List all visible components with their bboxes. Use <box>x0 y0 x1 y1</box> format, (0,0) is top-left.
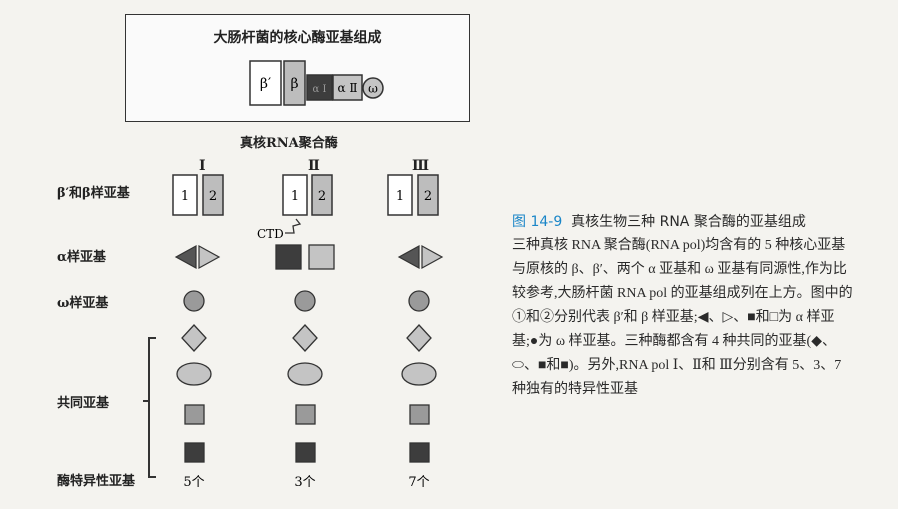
pol-one-common-gray-square <box>184 404 205 425</box>
pol-one-beta-number: 2 <box>209 189 217 204</box>
pol-two-common-diamond <box>292 324 318 352</box>
pol-two-common-ellipse <box>287 362 323 386</box>
pol-three-omega <box>408 290 430 312</box>
pol-one-alpha-right <box>198 244 221 270</box>
pol-one-column: 1 2 5个 <box>172 174 224 490</box>
pol-three-common-gray-square <box>409 404 430 425</box>
pol-two-common-gray-square <box>295 404 316 425</box>
pol-three-beta-prime-number: 1 <box>396 189 404 204</box>
pol-three-column: 1 2 7个 <box>387 174 444 490</box>
caption-figure-label: 图 14-9 <box>512 214 563 230</box>
pol-three-common-dark-square <box>409 442 430 463</box>
pol-one-common-ellipse <box>176 362 212 386</box>
pol-two-common-dark-square <box>295 442 316 463</box>
pol-three-common-diamond <box>406 324 432 352</box>
pol-three-alpha-left <box>397 244 420 270</box>
pol-two-specific-count: 3个 <box>294 475 315 490</box>
pol-three-beta-number: 2 <box>424 189 432 204</box>
pol-one-alpha-left <box>174 244 197 270</box>
figure-caption: 图 14-9 真核生物三种 RNA 聚合酶的亚基组成 三种真核 RNA 聚合酶(… <box>512 212 857 402</box>
caption-body: 三种真核 RNA 聚合酶(RNA pol)均含有的 5 种核心亚基与原核的 β、… <box>512 238 853 397</box>
pol-one-common-dark-square <box>184 442 205 463</box>
pol-two-alpha-dark <box>275 244 302 270</box>
pol-two-omega <box>294 290 316 312</box>
pol-two-beta-prime-number: 1 <box>291 189 299 204</box>
pol-one-specific-count: 5个 <box>183 475 204 490</box>
pol-three-common-ellipse <box>401 362 437 386</box>
pol-two-column: 1 2 CTD 3个 <box>257 174 335 490</box>
eukaryotic-subunit-diagram: 1 2 5个 1 2 CTD 3个 1 2 7个 <box>172 174 444 490</box>
pol-three-specific-count: 7个 <box>408 475 429 490</box>
pol-one-omega <box>183 290 205 312</box>
pol-one-beta-prime-number: 1 <box>181 189 189 204</box>
pol-two-alpha-light <box>308 244 335 270</box>
pol-two-beta-number: 2 <box>318 189 326 204</box>
ctd-tail <box>285 218 302 234</box>
ctd-label: CTD <box>257 227 284 241</box>
caption-title: 真核生物三种 RNA 聚合酶的亚基组成 <box>571 214 806 230</box>
pol-one-common-diamond <box>181 324 207 352</box>
pol-three-alpha-right <box>421 244 444 270</box>
